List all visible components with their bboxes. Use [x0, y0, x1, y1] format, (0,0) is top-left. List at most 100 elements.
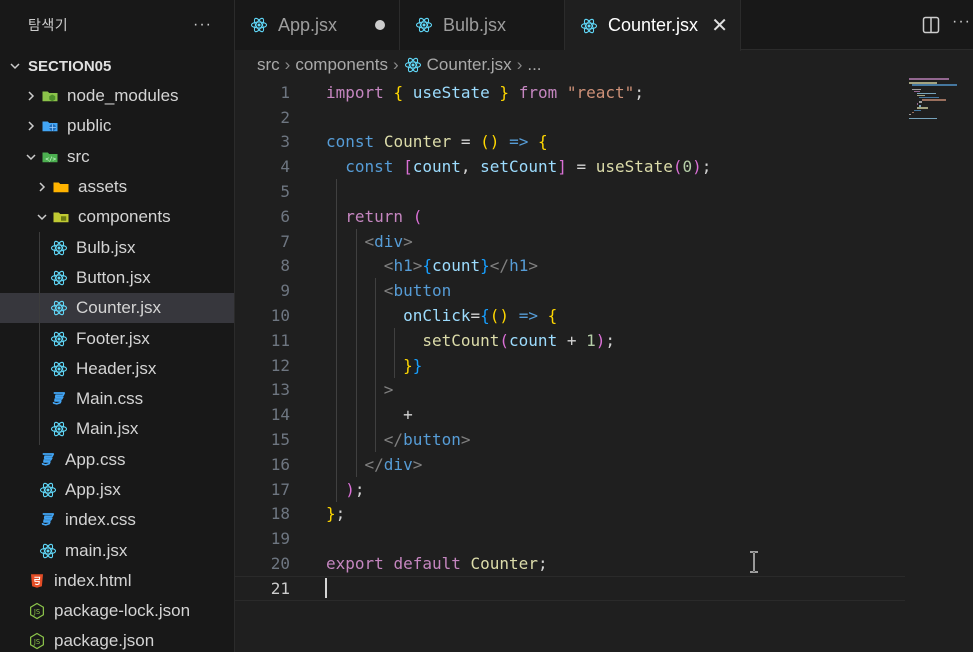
split-editor-icon[interactable]	[922, 16, 940, 34]
code-line[interactable]: 3 const Counter = () => {	[235, 130, 905, 155]
tree-item-button-jsx[interactable]: Button.jsx	[0, 262, 234, 294]
tree-item-label: node_modules	[67, 86, 179, 106]
line-number: 16	[270, 454, 290, 474]
chevron-down-icon[interactable]	[33, 211, 51, 223]
code-line[interactable]: 21	[235, 576, 905, 601]
mouse-ibeam-icon	[750, 551, 758, 573]
code-line[interactable]: 1 import { useState } from "react";	[235, 80, 905, 105]
react-icon	[579, 16, 599, 36]
tree-item-label: App.jsx	[65, 480, 121, 499]
code-line[interactable]: 18};	[235, 502, 905, 527]
tree-item-header-jsx[interactable]: Header.jsx	[0, 353, 234, 384]
line-number: 3	[280, 132, 290, 152]
tree-item-label: Main.jsx	[76, 419, 139, 439]
indent-guide	[336, 179, 338, 502]
public-folder-icon	[40, 116, 60, 136]
chevron-right-icon[interactable]	[22, 120, 40, 132]
json-icon: JS	[27, 601, 47, 621]
line-number: 12	[270, 355, 290, 375]
tree-item-components[interactable]: components	[0, 202, 234, 232]
react-icon	[49, 419, 69, 439]
react-icon	[49, 268, 69, 288]
tree-item-label: package-lock.json	[54, 601, 191, 621]
tab-app-jsx[interactable]: App.jsx	[235, 0, 400, 50]
css-icon	[38, 510, 58, 530]
code-text: onClick={() => {	[403, 306, 558, 326]
minimap[interactable]	[905, 78, 973, 198]
tab-bulb-jsx[interactable]: Bulb.jsx	[400, 0, 565, 50]
react-icon	[404, 55, 422, 75]
tab-counter-jsx[interactable]: Counter.jsx ✕	[565, 0, 741, 51]
tree-item-label: Counter.jsx	[76, 298, 162, 318]
code-line[interactable]: 2	[235, 105, 905, 130]
code-text: const Counter = () => {	[326, 132, 548, 152]
code-text: import { useState } from "react";	[326, 82, 644, 102]
tree-item-main-jsx[interactable]: Main.jsx	[0, 414, 234, 445]
unsaved-dot-icon[interactable]	[375, 20, 385, 30]
breadcrumb-item-file[interactable]: Counter.jsx	[427, 55, 512, 75]
tree-item-main-jsx[interactable]: main.jsx	[0, 535, 234, 565]
code-text: <div>	[364, 231, 413, 251]
line-number: 5	[280, 182, 290, 202]
tree-item-label: Footer.jsx	[76, 328, 150, 348]
chevron-down-icon[interactable]	[22, 151, 40, 163]
code-text: const [count, setCount] = useState(0);	[345, 157, 712, 177]
breadcrumb-item-components[interactable]: components	[295, 55, 388, 75]
tree-item-node-modules[interactable]: node_modules	[0, 81, 234, 111]
breadcrumb: src › components › Counter.jsx › ...	[235, 51, 905, 79]
editor-more-actions-button[interactable]: ···	[952, 13, 971, 31]
line-number: 4	[280, 157, 290, 177]
line-number: 15	[270, 430, 290, 450]
code-editor[interactable]: 1 import { useState } from "react"; 2 3 cons…	[235, 80, 905, 652]
text-cursor	[325, 578, 327, 598]
line-number: 8	[280, 256, 290, 276]
indent-guide	[39, 232, 40, 263]
close-icon[interactable]: ✕	[711, 16, 728, 36]
tree-item-app-jsx[interactable]: App.jsx	[0, 475, 234, 505]
tree-item-label: index.html	[54, 570, 132, 590]
explorer-more-actions-button[interactable]: ···	[193, 16, 212, 34]
code-line[interactable]: 4 const [count, setCount] = useState(0);	[235, 154, 905, 179]
react-icon	[414, 15, 434, 35]
tree-item-index-css[interactable]: index.css	[0, 505, 234, 535]
code-line[interactable]: 19	[235, 526, 905, 551]
react-icon	[49, 359, 69, 379]
minimap-line	[909, 117, 937, 120]
code-text: setCount(count + 1);	[422, 330, 616, 350]
tree-item-main-css[interactable]: Main.css	[0, 383, 234, 415]
chevron-right-icon[interactable]	[22, 90, 40, 102]
tab-label: App.jsx	[278, 14, 338, 35]
breadcrumb-item-src[interactable]: src	[257, 55, 280, 75]
chevron-right-icon[interactable]	[33, 181, 51, 193]
minimap-line	[911, 84, 958, 86]
code-line[interactable]: 20 export default Counter;	[235, 551, 905, 576]
tree-item-label: Bulb.jsx	[76, 237, 136, 257]
tab-label: Bulb.jsx	[443, 14, 507, 35]
tree-item-assets[interactable]: assets	[0, 172, 234, 202]
tree-item-package-lock-json[interactable]: JS package-lock.json	[0, 596, 234, 626]
react-icon	[49, 298, 69, 318]
tree-item-footer-jsx[interactable]: Footer.jsx	[0, 323, 234, 354]
tree-item-public[interactable]: public	[0, 111, 234, 141]
tree-item-index-html[interactable]: index.html	[0, 566, 234, 596]
line-number: 13	[270, 380, 290, 400]
indent-guide	[39, 323, 40, 354]
tree-item-app-css[interactable]: App.css	[0, 445, 234, 475]
tree-item-label: Main.css	[76, 389, 144, 409]
svg-text:JS: JS	[33, 638, 40, 646]
tree-item-package-json[interactable]: JS package.json	[0, 626, 234, 652]
tree-item-src[interactable]: </> src	[0, 142, 234, 172]
tree-item-bulb-jsx[interactable]: Bulb.jsx	[0, 232, 234, 263]
tree-item-counter-jsx[interactable]: Counter.jsx	[0, 293, 234, 324]
indent-guide	[39, 414, 40, 445]
indent-guide	[355, 228, 357, 477]
line-number: 2	[280, 107, 290, 127]
workspace-root-label: SECTION05	[28, 57, 112, 75]
indent-guide	[39, 262, 40, 294]
tree-item-label: src	[67, 146, 90, 166]
code-text: </div>	[364, 454, 423, 474]
workspace-root-folder[interactable]: SECTION05	[0, 51, 234, 81]
json-icon: JS	[27, 631, 47, 651]
breadcrumb-item-symbol[interactable]: ...	[527, 55, 541, 75]
css-icon	[49, 389, 69, 409]
